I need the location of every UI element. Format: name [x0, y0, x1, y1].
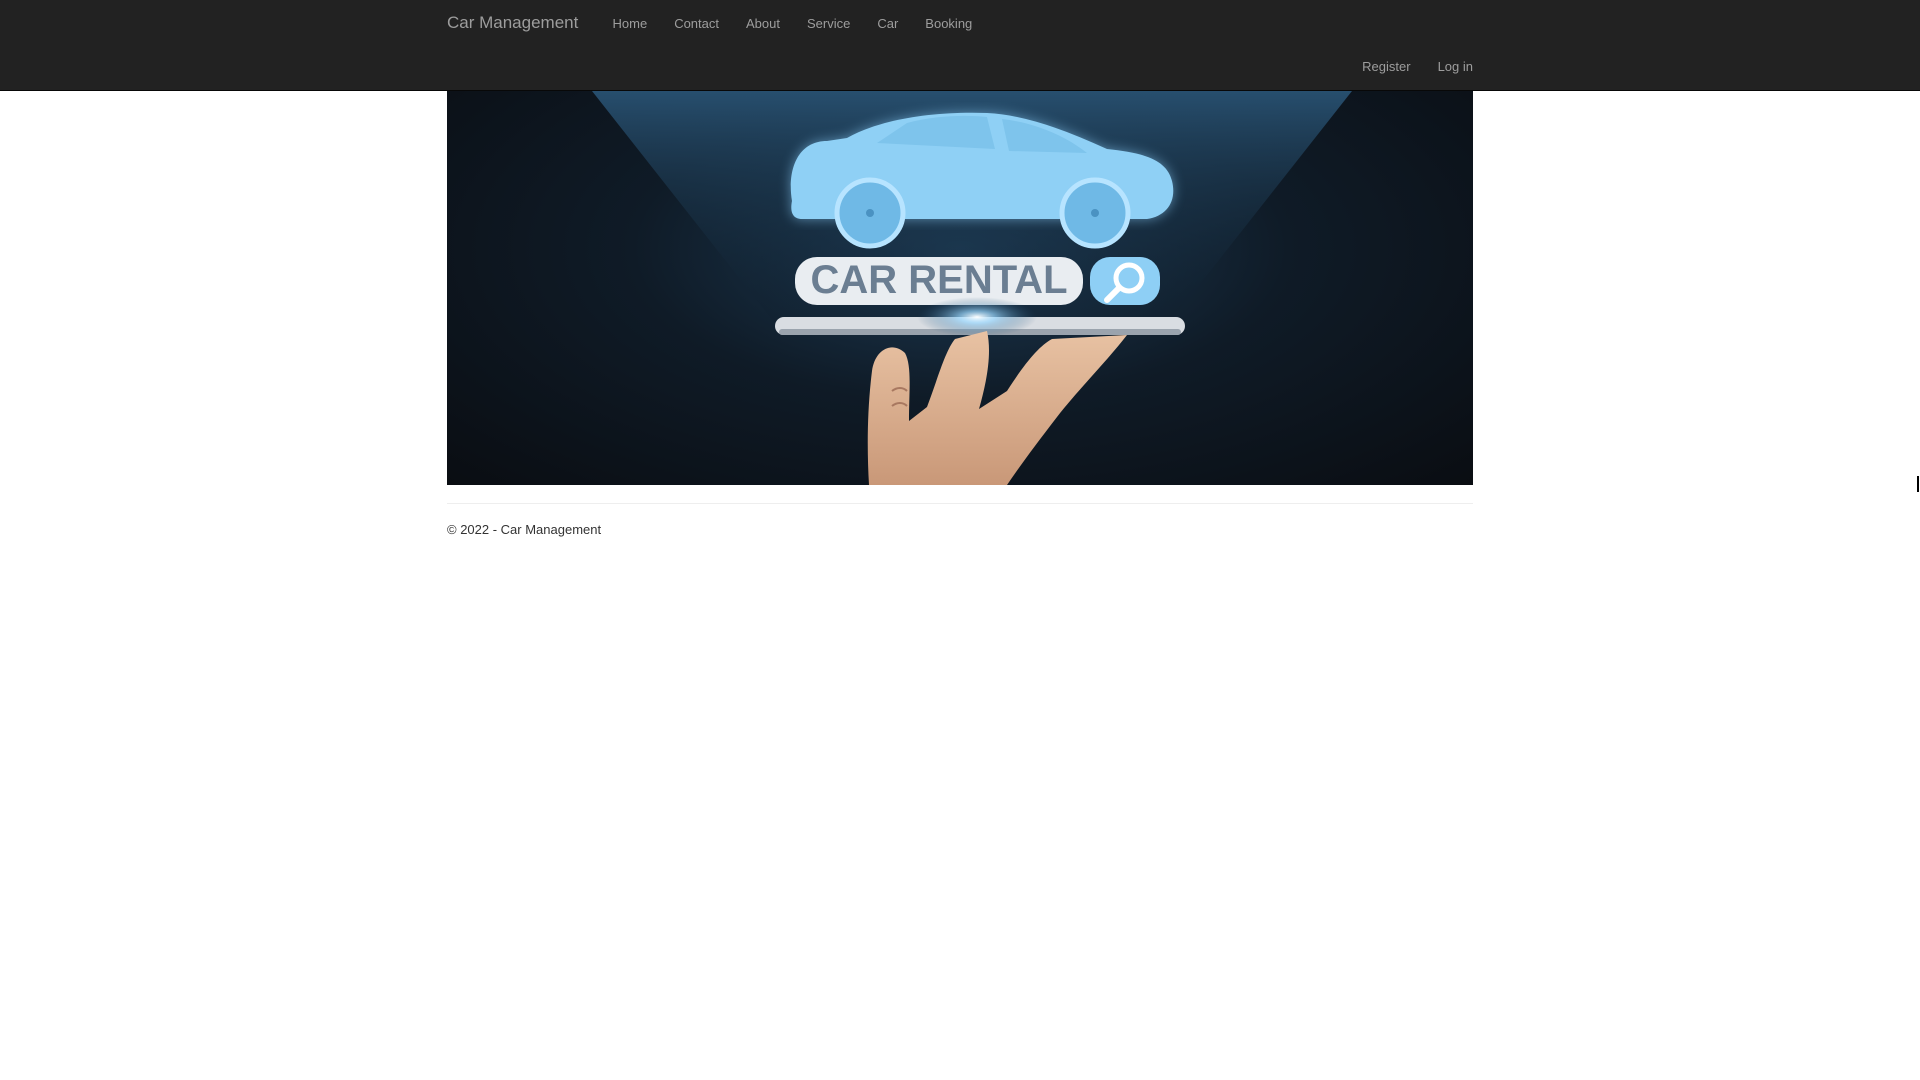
light-flare: [917, 297, 1037, 337]
hand-graphic: [867, 331, 1127, 485]
nav-home[interactable]: Home: [599, 12, 661, 35]
text-cursor: [1917, 476, 1919, 492]
register-link[interactable]: Register: [1362, 58, 1410, 75]
account-nav: Register Log in: [1362, 58, 1473, 75]
hero-banner: CAR RENTAL: [447, 91, 1473, 485]
nav-service[interactable]: Service: [793, 12, 863, 35]
footer-copyright: © 2022 - Car Management: [447, 522, 602, 537]
main-nav: Home Contact About Service Car Booking: [599, 12, 986, 35]
brand-link[interactable]: Car Management: [447, 13, 578, 33]
hero-illustration: CAR RENTAL: [592, 91, 1352, 485]
nav-car[interactable]: Car: [864, 12, 912, 35]
footer-divider: [447, 503, 1473, 504]
nav-contact[interactable]: Contact: [661, 12, 733, 35]
nav-about[interactable]: About: [733, 12, 794, 35]
top-navbar: Car Management Home Contact About Servic…: [0, 0, 1920, 91]
login-link[interactable]: Log in: [1438, 58, 1473, 75]
nav-booking[interactable]: Booking: [912, 12, 986, 35]
car-rental-text: CAR RENTAL: [810, 258, 1067, 302]
